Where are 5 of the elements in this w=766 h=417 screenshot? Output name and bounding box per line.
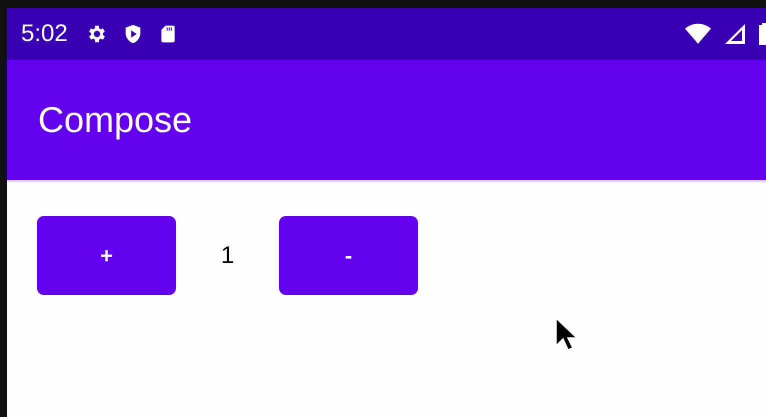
decrement-button[interactable]: -: [279, 216, 418, 295]
counter-value: 1: [220, 242, 236, 270]
app-title: Compose: [38, 99, 192, 141]
increment-button[interactable]: +: [37, 216, 176, 295]
status-time: 5:02: [21, 20, 68, 48]
